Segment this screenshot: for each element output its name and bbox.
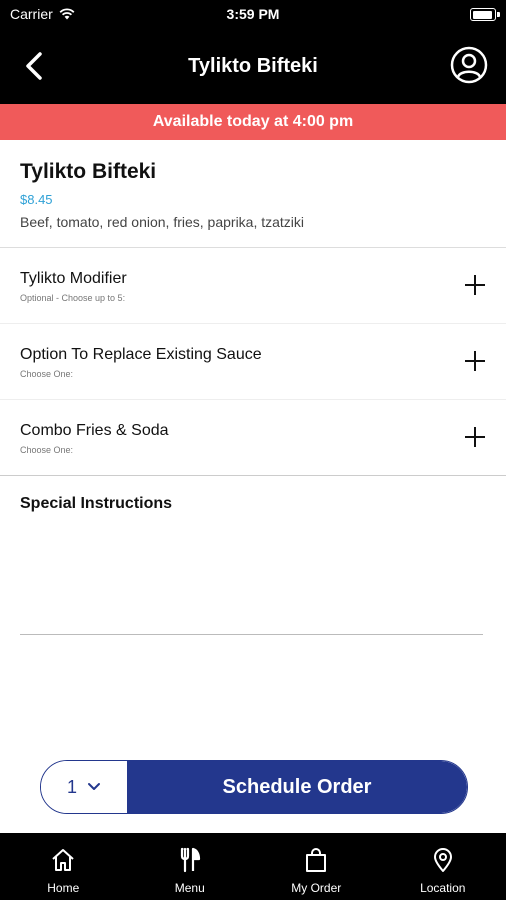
- tab-location[interactable]: Location: [380, 833, 506, 900]
- navigation-bar: Tylikto Bifteki: [0, 30, 506, 104]
- tab-label: Menu: [174, 881, 205, 895]
- status-time: 3:59 PM: [226, 6, 280, 22]
- shopping-bag-icon: [306, 848, 327, 872]
- plus-icon[interactable]: [464, 350, 486, 372]
- availability-banner: Available today at 4:00 pm: [0, 104, 506, 140]
- special-instructions-input[interactable]: [20, 525, 483, 635]
- chevron-down-icon: [88, 783, 100, 790]
- plus-icon[interactable]: [464, 274, 486, 296]
- tab-my-order[interactable]: My Order: [253, 833, 380, 900]
- account-button[interactable]: [450, 46, 488, 84]
- modifier-title: Combo Fries & Soda: [20, 422, 169, 439]
- item-name: Tylikto Bifteki: [20, 160, 157, 183]
- modifier-subtitle: Optional - Choose up to 5:: [20, 293, 126, 303]
- modifier-subtitle: Choose One:: [20, 445, 74, 455]
- status-bar: Carrier 3:59 PM: [0, 0, 506, 30]
- tab-home[interactable]: Home: [0, 833, 127, 900]
- plus-icon[interactable]: [464, 426, 486, 448]
- tab-menu[interactable]: Menu: [127, 833, 254, 900]
- home-icon: [52, 849, 74, 871]
- item-description: Beef, tomato, red onion, fries, paprika,…: [20, 214, 305, 230]
- item-details: Tylikto Bifteki $8.45 Beef, tomato, red …: [0, 140, 506, 248]
- page-title: Tylikto Bifteki: [188, 55, 318, 77]
- quantity-selector[interactable]: 1: [41, 761, 127, 813]
- tab-label: Home: [47, 881, 80, 895]
- battery-icon: [470, 8, 500, 21]
- user-circle-icon: [450, 46, 488, 84]
- item-price: $8.45: [20, 192, 53, 207]
- map-pin-icon: [433, 848, 452, 872]
- fork-knife-icon: [180, 847, 200, 873]
- modifier-title: Tylikto Modifier: [20, 270, 127, 287]
- order-bar: 1 Schedule Order: [40, 760, 468, 814]
- modifier-replace-sauce[interactable]: Option To Replace Existing Sauce Choose …: [0, 324, 506, 400]
- tab-label: My Order: [291, 881, 342, 895]
- modifier-title: Option To Replace Existing Sauce: [20, 346, 262, 363]
- tab-bar: Home Menu My Order Location: [0, 833, 506, 900]
- modifier-tylikto[interactable]: Tylikto Modifier Optional - Choose up to…: [0, 248, 506, 324]
- modifier-combo[interactable]: Combo Fries & Soda Choose One:: [0, 400, 506, 476]
- tab-label: Location: [420, 881, 466, 895]
- quantity-value: 1: [66, 776, 77, 797]
- modifier-subtitle: Choose One:: [20, 369, 74, 379]
- schedule-order-button[interactable]: Schedule Order: [127, 761, 467, 813]
- special-instructions-label: Special Instructions: [20, 495, 173, 512]
